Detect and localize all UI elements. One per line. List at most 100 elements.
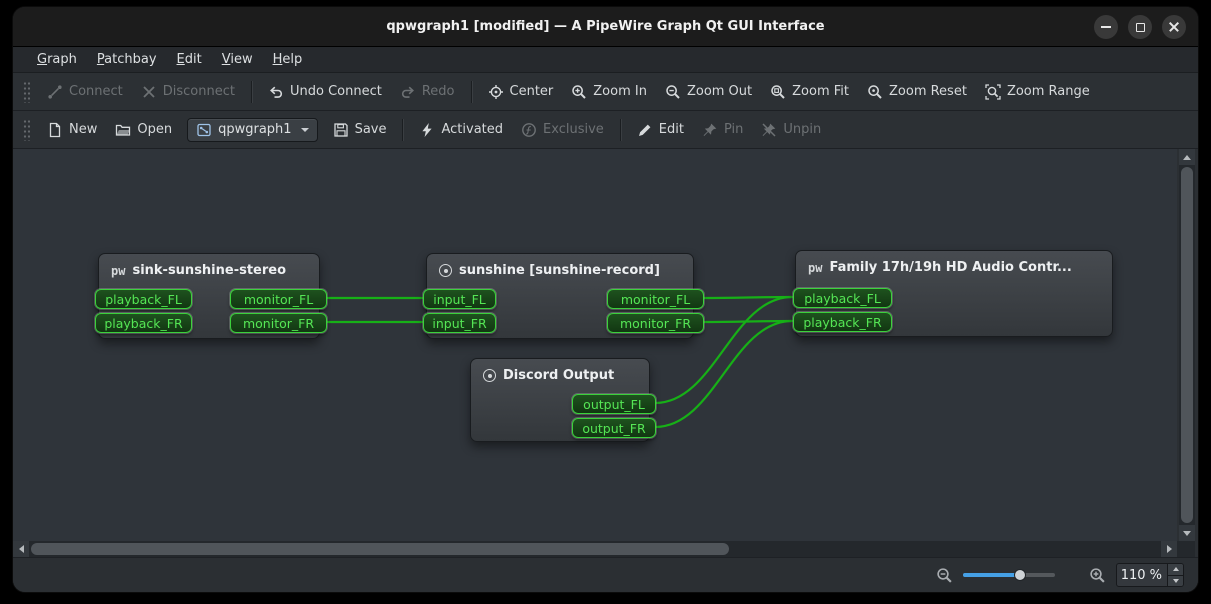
save-icon	[333, 122, 349, 138]
port-in-playback_FR[interactable]: playback_FR	[95, 313, 192, 333]
arrow-right-icon	[1167, 545, 1172, 553]
arrow-down-icon	[1173, 579, 1179, 583]
port-out-output_FR[interactable]: output_FR	[572, 418, 656, 438]
new-button[interactable]: New	[38, 117, 106, 143]
lightning-icon	[419, 122, 435, 138]
port-in-playback_FL[interactable]: playback_FL	[95, 289, 192, 309]
unpin-button[interactable]: Unpin	[752, 117, 830, 143]
maximize-button[interactable]	[1128, 15, 1152, 39]
toolbar-drag-handle[interactable]	[23, 81, 30, 103]
zoom-range-button[interactable]: Zoom Range	[976, 79, 1099, 105]
horizontal-scrollbar-thumb[interactable]	[31, 543, 729, 555]
vertical-scrollbar-thumb[interactable]	[1181, 167, 1193, 523]
statusbar: 110 %	[13, 557, 1198, 592]
zoom-fit-icon	[770, 84, 786, 100]
zoom-in-icon[interactable]	[1089, 567, 1106, 584]
maximize-icon	[1136, 23, 1145, 32]
zoom-percent-value[interactable]: 110 %	[1117, 564, 1167, 586]
port-in-playback_FR[interactable]: playback_FR	[793, 312, 892, 332]
save-button[interactable]: Save	[324, 117, 396, 143]
port-in-input_FR[interactable]: input_FR	[423, 313, 496, 333]
port-in-playback_FL[interactable]: playback_FL	[793, 288, 892, 308]
vertical-scrollbar[interactable]	[1179, 149, 1195, 541]
node-header: sunshine [sunshine-record]	[427, 254, 693, 278]
close-button[interactable]	[1162, 15, 1186, 39]
spin-down-button[interactable]	[1168, 576, 1183, 587]
zoom-out-icon[interactable]	[936, 567, 953, 584]
toolbar-main: Connect Disconnect Undo Connect Redo Cen…	[13, 73, 1198, 111]
qpwgraph-window: qpwgraph1 [modified] — A PipeWire Graph …	[13, 7, 1198, 592]
node-title: sunshine [sunshine-record]	[459, 263, 660, 278]
scroll-down-button[interactable]	[1179, 525, 1195, 541]
port-out-output_FL[interactable]: output_FL	[572, 394, 656, 414]
toolbar-separator	[471, 81, 472, 103]
pin-icon	[702, 122, 718, 138]
arrow-left-icon	[19, 545, 24, 553]
pipewire-icon: pw	[808, 262, 822, 274]
toolbar-patchbay: New Open qpwgraph1 Save Activated Exclus…	[13, 111, 1198, 149]
application-icon	[439, 264, 452, 277]
zoom-fit-button[interactable]: Zoom Fit	[761, 79, 858, 105]
exclusive-icon	[521, 122, 537, 138]
toolbar-separator	[402, 119, 403, 141]
menu-view[interactable]: View	[212, 49, 263, 70]
menu-help[interactable]: Help	[263, 49, 313, 70]
graph-canvas[interactable]: pw sink-sunshine-stereo playback_FL play…	[13, 149, 1177, 541]
connect-icon	[47, 84, 63, 100]
zoom-out-button[interactable]: Zoom Out	[656, 79, 761, 105]
node-sunshine[interactable]: sunshine [sunshine-record] input_FL inpu…	[426, 253, 694, 339]
new-file-icon	[47, 122, 63, 138]
arrow-up-icon	[1183, 155, 1191, 160]
undo-connect-button[interactable]: Undo Connect	[259, 79, 391, 105]
scroll-up-button[interactable]	[1179, 149, 1195, 165]
patchbay-select-dropdown[interactable]: qpwgraph1	[187, 118, 317, 142]
center-button[interactable]: Center	[479, 79, 563, 105]
open-button[interactable]: Open	[106, 117, 181, 143]
minimize-button[interactable]	[1094, 15, 1118, 39]
zoom-in-button[interactable]: Zoom In	[562, 79, 656, 105]
port-out-monitor_FL[interactable]: monitor_FL	[607, 289, 704, 309]
zoom-reset-button[interactable]: Zoom Reset	[858, 79, 976, 105]
redo-icon	[400, 84, 416, 100]
menubar: Graph Patchbay Edit View Help	[13, 47, 1198, 73]
port-in-input_FL[interactable]: input_FL	[423, 289, 496, 309]
horizontal-scrollbar[interactable]	[13, 541, 1177, 557]
zoom-range-icon	[985, 84, 1001, 100]
pencil-icon	[637, 122, 653, 138]
port-out-monitor_FL[interactable]: monitor_FL	[230, 289, 327, 309]
node-header: Discord Output	[471, 359, 649, 383]
exclusive-toggle[interactable]: Exclusive	[512, 117, 613, 143]
node-header: pw Family 17h/19h HD Audio Contr...	[796, 251, 1112, 275]
activated-toggle[interactable]: Activated	[410, 117, 512, 143]
scroll-right-button[interactable]	[1161, 541, 1177, 557]
menu-patchbay[interactable]: Patchbay	[87, 49, 167, 70]
redo-button[interactable]: Redo	[391, 79, 464, 105]
unpin-icon	[761, 122, 777, 138]
arrow-down-icon	[1183, 531, 1191, 536]
edit-toggle[interactable]: Edit	[628, 117, 693, 143]
zoom-slider[interactable]	[963, 567, 1055, 583]
screen: qpwgraph1 [modified] — A PipeWire Graph …	[0, 0, 1211, 604]
node-family-hd-audio[interactable]: pw Family 17h/19h HD Audio Contr... play…	[795, 250, 1113, 337]
node-header: pw sink-sunshine-stereo	[99, 254, 319, 278]
zoom-slider-fill	[963, 573, 1020, 577]
node-title: sink-sunshine-stereo	[132, 263, 286, 278]
pin-button[interactable]: Pin	[693, 117, 752, 143]
node-sink-sunshine-stereo[interactable]: pw sink-sunshine-stereo playback_FL play…	[98, 253, 320, 339]
patchbay-file-icon	[196, 122, 212, 138]
port-out-monitor_FR[interactable]: monitor_FR	[607, 313, 704, 333]
arrow-up-icon	[1173, 567, 1179, 571]
window-title: qpwgraph1 [modified] — A PipeWire Graph …	[386, 19, 824, 34]
menu-edit[interactable]: Edit	[167, 49, 212, 70]
zoom-slider-handle[interactable]	[1014, 569, 1026, 581]
scroll-left-button[interactable]	[13, 541, 29, 557]
zoom-out-icon	[665, 84, 681, 100]
spin-up-button[interactable]	[1168, 564, 1183, 576]
port-out-monitor_FR[interactable]: monitor_FR	[230, 313, 327, 333]
disconnect-button[interactable]: Disconnect	[132, 79, 244, 105]
connect-button[interactable]: Connect	[38, 79, 132, 105]
zoom-percent-spinbox[interactable]: 110 %	[1116, 563, 1184, 587]
toolbar-drag-handle[interactable]	[23, 119, 30, 141]
node-discord-output[interactable]: Discord Output output_FL output_FR	[470, 358, 650, 442]
menu-graph[interactable]: Graph	[27, 49, 87, 70]
